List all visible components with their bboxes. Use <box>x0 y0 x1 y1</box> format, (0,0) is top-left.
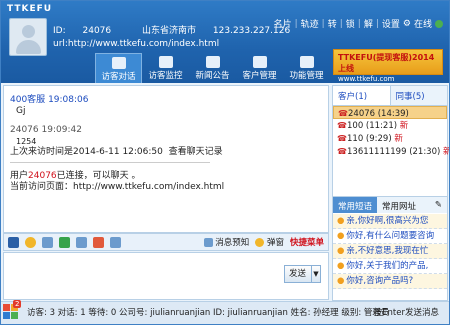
current-page-text: 当前访问页面：http://www.ttkefu.com/index.html <box>10 182 225 192</box>
popup-toggle[interactable]: 弹窗 <box>255 236 284 248</box>
message-input[interactable] <box>3 252 329 300</box>
app-title: TTKEFU <box>7 4 53 14</box>
msg-time: 19:09:42 <box>41 125 82 135</box>
main-nav: 访客对话 访客监控 新闻公告 客户管理 功能管理 <box>95 53 330 83</box>
chat-window: TTKEFU 名片 | 轨迹 | 转 | 锁 | 解 | 设置 ⚙ 在线 ID: 2407… <box>0 0 450 325</box>
tab-quick-urls[interactable]: 常用网址 <box>377 197 421 213</box>
edit-icon[interactable]: ✎ <box>430 197 447 213</box>
send-button[interactable]: 发送 ▼ <box>284 265 321 283</box>
last-visit-text: 上次来访时间是2014-6-11 12:06:50 <box>10 147 163 157</box>
msg-text: 1254 <box>16 137 37 146</box>
news-icon <box>205 56 220 68</box>
promo-banner[interactable]: TTKEFU(提现客服)2014上线 www.ttkefu.com <box>333 49 443 83</box>
chat-list-icon <box>111 57 126 69</box>
image-icon[interactable] <box>42 236 53 248</box>
tab-customers[interactable]: 客户管理 <box>236 53 283 83</box>
functions-icon <box>299 56 314 68</box>
file-icon[interactable] <box>59 236 70 248</box>
phone-icon: ☎ <box>337 134 347 143</box>
bulb-icon: ● <box>337 276 345 286</box>
msg-sender: 24076 <box>10 125 39 135</box>
history-icon[interactable] <box>93 236 104 248</box>
monitor-icon <box>158 56 173 68</box>
shortcut-menu-button[interactable]: 快捷菜单 <box>290 236 324 248</box>
bulb-icon: ● <box>337 216 345 226</box>
phrase-item[interactable]: ● 你好,关于我们的产品, <box>333 259 447 274</box>
visitor-id: 24076 <box>82 26 112 36</box>
customers-icon <box>252 56 267 68</box>
tab-visitor-monitor[interactable]: 访客监控 <box>142 53 189 83</box>
visitor-url: url:http://www.ttkefu.com/index.html <box>53 39 220 49</box>
font-icon[interactable] <box>8 236 19 248</box>
send-options-icon[interactable]: ▼ <box>311 266 320 282</box>
phrase-item[interactable]: ● 亲,不好意思,我现在忙 <box>333 244 447 259</box>
phone-icon: ☎ <box>338 109 348 118</box>
menu-transfer[interactable]: 转 <box>328 17 337 30</box>
phone-icon: ☎ <box>337 147 347 156</box>
session-item[interactable]: ☎24076 (14:39) <box>333 106 447 119</box>
notification-badge: 2 <box>13 300 22 308</box>
phrase-list: ● 亲,你好啊,很高兴为您 ● 你好,有什么问题要咨询 ● 亲,不好意思,我现在忙 ●… <box>333 214 447 289</box>
input-toolbar: 消息预知 弹窗 快捷菜单 <box>3 233 329 251</box>
tab-functions[interactable]: 功能管理 <box>283 53 330 83</box>
menu-settings[interactable]: 设置 <box>382 17 400 30</box>
more-icon[interactable] <box>110 236 121 248</box>
connected-user-id: 24076 <box>28 171 57 181</box>
visitor-avatar <box>9 18 47 56</box>
session-item[interactable]: ☎13611111199 (21:30) 新 <box>333 145 449 158</box>
session-list: ☎24076 (14:39) ☎100 (11:21) 新 ☎110 (9:29… <box>333 106 449 158</box>
tab-news[interactable]: 新闻公告 <box>189 53 236 83</box>
phrase-item[interactable]: ● 你好,咨询产品吗? <box>333 274 447 289</box>
session-item[interactable]: ☎110 (9:29) 新 <box>333 132 447 145</box>
status-bar: 访客: 3 对话: 1 等待: 0 公司号: jiulianruanjian I… <box>1 301 449 324</box>
screenshot-icon[interactable] <box>76 236 87 248</box>
enter-hint: 按Enter发送消息 <box>373 308 439 318</box>
menu-lock[interactable]: 锁 <box>346 17 355 30</box>
menu-unlock[interactable]: 解 <box>364 17 373 30</box>
phrase-item[interactable]: ● 你好,有什么问题要咨询 <box>333 229 447 244</box>
visitor-info: ID: 24076 山东省济南市 123.233.227.126 <box>53 26 291 36</box>
menu-online[interactable]: 在线 <box>414 17 432 30</box>
msg-sender: 400客服 <box>10 95 46 105</box>
visitor-ip: 123.233.227.126 <box>212 26 291 36</box>
right-panel: 客户(1) 同事(5) ☎24076 (14:39) ☎100 (11:21) … <box>332 85 449 301</box>
online-status-icon[interactable] <box>435 19 443 28</box>
quick-tabs: 常用短语 常用网址 ✎ <box>333 196 447 213</box>
message-preview-toggle[interactable]: 消息预知 <box>203 236 249 248</box>
visitor-location: 山东省济南市 <box>142 26 197 36</box>
chat-history: 400客服 19:08:06 Gj 24076 19:09:42 1254 上次… <box>3 85 329 233</box>
gear-icon[interactable]: ⚙ <box>403 19 411 29</box>
bulb-icon: ● <box>337 231 345 241</box>
status-text: 访客: 3 对话: 1 等待: 0 公司号: jiulianruanjian I… <box>27 308 390 318</box>
bulb-icon: ● <box>337 246 345 256</box>
tab-quick-phrases[interactable]: 常用短语 <box>333 197 378 213</box>
tab-colleague-list[interactable]: 同事(5) <box>391 86 448 105</box>
bulb-icon: ● <box>337 261 345 271</box>
emoji-icon[interactable] <box>25 236 36 248</box>
msg-text: Gj <box>16 106 26 116</box>
msg-time: 19:08:06 <box>48 95 89 105</box>
session-item[interactable]: ☎100 (11:21) 新 <box>333 119 447 132</box>
view-history-link[interactable]: 查看聊天记录 <box>169 147 223 157</box>
phrase-item[interactable]: ● 亲,你好啊,很高兴为您 <box>333 214 447 229</box>
phone-icon: ☎ <box>337 121 347 130</box>
header-bar: TTKEFU 名片 | 轨迹 | 转 | 锁 | 解 | 设置 ⚙ 在线 ID: 2407… <box>1 1 449 83</box>
tab-visitor-chat[interactable]: 访客对话 <box>95 53 142 83</box>
tab-customer-list[interactable]: 客户(1) <box>333 86 391 105</box>
